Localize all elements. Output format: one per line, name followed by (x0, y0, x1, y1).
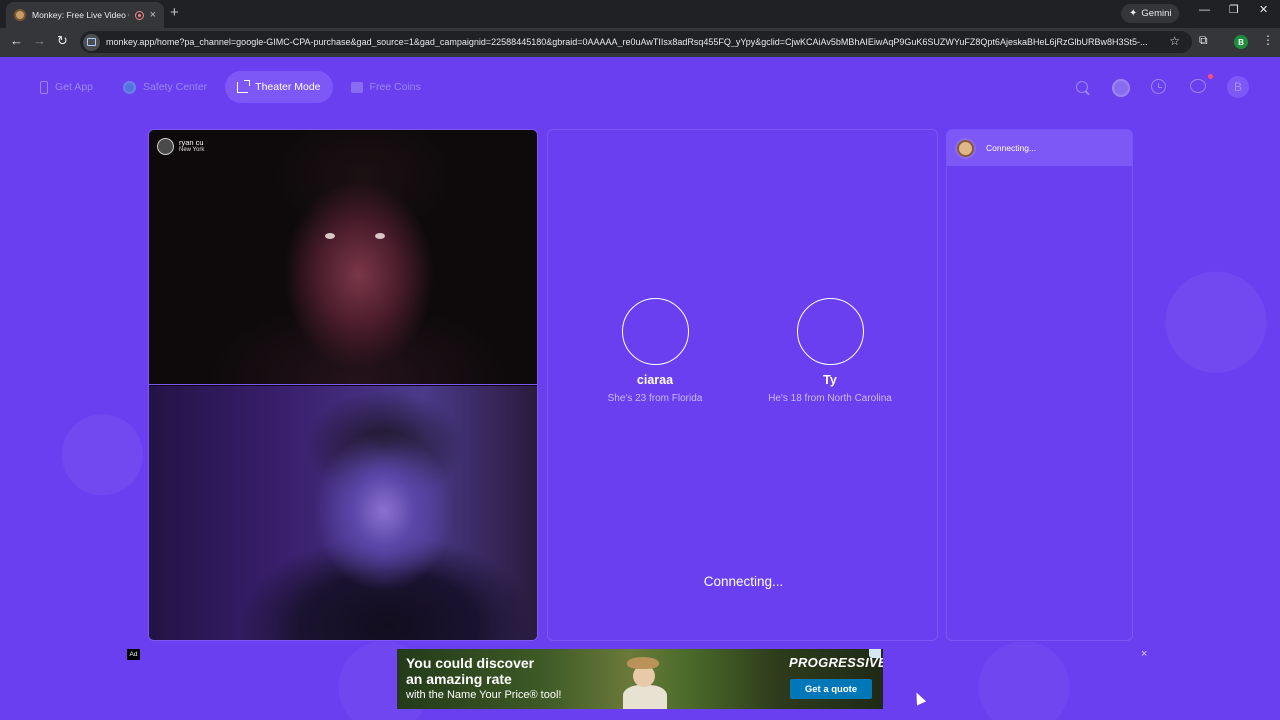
restore-icon[interactable]: ❐ (1229, 5, 1239, 16)
profile-avatar[interactable]: B (1227, 76, 1249, 98)
ad-headline-1: You could discover (406, 655, 535, 671)
connecting-status: Connecting... (703, 574, 784, 589)
gemini-label: Gemini (1141, 8, 1172, 19)
chat-header: Connecting... (947, 130, 1132, 166)
menu-icon[interactable]: ⋮ (1262, 34, 1274, 46)
candidate-name: ciaraa (636, 373, 674, 387)
browser-profile-avatar[interactable]: B (1234, 35, 1248, 49)
url-text: monkey.app/home?pa_channel=google-GIMC-C… (106, 37, 1148, 47)
candidate-card[interactable]: Ty He's 18 from North Carolina (750, 298, 910, 404)
candidate-name: Ty (823, 373, 837, 387)
ad-headline-2: an amazing rate (406, 671, 512, 687)
ad-get-quote-button[interactable]: Get a quote (790, 679, 872, 699)
candidate-avatar (621, 298, 689, 365)
address-bar[interactable]: monkey.app/home?pa_channel=google-GIMC-C… (80, 31, 1192, 53)
site-info-icon[interactable] (83, 33, 100, 51)
match-panel: ciaraa She's 23 from Florida Ty He's 18 … (547, 129, 938, 641)
ad-choices-icon[interactable] (869, 649, 881, 658)
friends-avatar-icon[interactable] (1112, 79, 1130, 97)
candidate-avatar (796, 298, 864, 365)
tab-title: Monkey: Free Live Video Ch (32, 10, 129, 20)
chat-status: Connecting... (986, 143, 1037, 153)
remote-face (325, 233, 385, 241)
video-panel: ryan cu New York (148, 129, 538, 641)
remote-user-avatar (157, 138, 174, 155)
ad-person-image (619, 657, 675, 709)
chat-panel: Connecting... (946, 129, 1133, 641)
recording-icon (134, 10, 144, 20)
remote-user-tag[interactable]: ryan cu New York (157, 138, 204, 155)
mouse-cursor (911, 690, 927, 706)
monkey-favicon-icon (14, 9, 26, 21)
back-icon[interactable]: ← (10, 34, 23, 47)
ad-subline: with the Name Your Price® tool! (406, 689, 562, 701)
remote-user-location: New York (179, 147, 205, 154)
history-clock-icon[interactable] (1151, 79, 1166, 94)
browser-tab[interactable]: Monkey: Free Live Video Ch × (6, 2, 164, 28)
local-video (149, 386, 537, 640)
remote-user-name: ryan cu (179, 138, 204, 148)
ad-label: Ad (127, 649, 140, 660)
candidate-description: She's 23 from Florida (607, 393, 703, 404)
forward-icon[interactable]: → (33, 34, 46, 47)
messages-icon[interactable] (1190, 79, 1206, 93)
candidate-description: He's 18 from North Carolina (768, 393, 892, 404)
gemini-button[interactable]: ✦ Gemini (1121, 4, 1180, 23)
browser-tab-bar: Monkey: Free Live Video Ch × + ✦ Gemini … (0, 0, 1280, 28)
search-icon[interactable] (1074, 79, 1092, 97)
reload-icon[interactable]: ↻ (57, 34, 68, 47)
bookmark-star-icon[interactable]: ☆ (1169, 34, 1180, 48)
close-window-icon[interactable]: ✕ (1259, 5, 1268, 16)
monkey-icon (955, 137, 976, 159)
tab-close-button[interactable]: × (150, 9, 156, 21)
remote-video: ryan cu New York (149, 130, 537, 385)
extensions-icon[interactable]: ⧉ (1199, 34, 1208, 46)
monkey-page: Get App Safety Center Theater Mode Free … (0, 57, 1280, 720)
gemini-spark-icon: ✦ (1129, 8, 1138, 19)
new-tab-button[interactable]: + (170, 5, 179, 20)
ad-banner[interactable]: You could discover an amazing rate with … (397, 649, 883, 709)
notification-dot (1208, 74, 1213, 79)
minimize-icon[interactable]: — (1199, 5, 1210, 16)
candidate-card[interactable]: ciaraa She's 23 from Florida (575, 298, 735, 404)
ad-brand-logo: PROGRESSIVE (789, 655, 883, 670)
ad-close-button[interactable]: × (1141, 649, 1147, 660)
browser-toolbar: ← → ↻ monkey.app/home?pa_channel=google-… (0, 28, 1280, 57)
top-right-icons: B (0, 74, 1280, 99)
